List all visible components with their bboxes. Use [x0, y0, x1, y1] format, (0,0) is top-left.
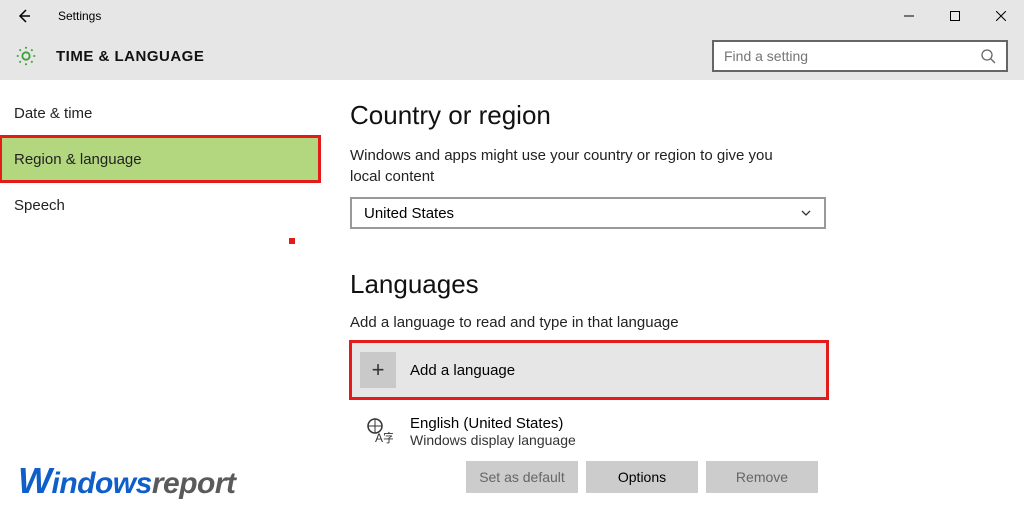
options-button[interactable]: Options	[586, 461, 698, 493]
sidebar-item-region-language[interactable]: Region & language	[0, 136, 320, 182]
sidebar-item-speech[interactable]: Speech	[0, 182, 320, 228]
maximize-button[interactable]	[932, 0, 978, 32]
svg-text:A字: A字	[375, 430, 393, 445]
add-language-label: Add a language	[410, 362, 515, 379]
annotation-dot	[289, 238, 295, 244]
back-button[interactable]	[0, 0, 48, 32]
country-heading: Country or region	[350, 100, 994, 131]
minimize-icon	[904, 11, 914, 21]
titlebar: Settings	[0, 0, 1024, 32]
watermark-logo: Windowsreport	[18, 460, 236, 502]
content: Country or region Windows and apps might…	[320, 80, 1024, 528]
language-name: English (United States)	[410, 415, 576, 432]
sidebar-item-label: Date & time	[14, 105, 92, 122]
chevron-down-icon	[800, 207, 812, 219]
arrow-left-icon	[16, 8, 32, 24]
plus-icon: +	[360, 352, 396, 388]
country-select-value: United States	[364, 205, 800, 222]
language-buttons: Set as default Options Remove	[360, 461, 818, 493]
header: TIME & LANGUAGE	[0, 32, 1024, 80]
search-box[interactable]	[712, 40, 1008, 72]
sidebar-item-date-time[interactable]: Date & time	[0, 90, 320, 136]
language-icon: A字	[360, 413, 396, 449]
sidebar-item-label: Speech	[14, 197, 65, 214]
gear-icon	[14, 44, 38, 68]
language-item[interactable]: A字 English (United States) Windows displ…	[350, 403, 828, 493]
section-title: TIME & LANGUAGE	[56, 48, 204, 65]
remove-button[interactable]: Remove	[706, 461, 818, 493]
window-title: Settings	[58, 9, 101, 23]
languages-heading: Languages	[350, 269, 994, 300]
add-language-button[interactable]: + Add a language	[350, 341, 828, 399]
search-icon	[980, 48, 996, 64]
window-controls	[886, 0, 1024, 32]
maximize-icon	[950, 11, 960, 21]
set-default-button[interactable]: Set as default	[466, 461, 578, 493]
close-button[interactable]	[978, 0, 1024, 32]
country-select[interactable]: United States	[350, 197, 826, 229]
search-input[interactable]	[724, 48, 980, 64]
languages-description: Add a language to read and type in that …	[350, 312, 790, 333]
country-description: Windows and apps might use your country …	[350, 145, 790, 187]
language-subtitle: Windows display language	[410, 432, 576, 448]
minimize-button[interactable]	[886, 0, 932, 32]
sidebar-item-label: Region & language	[14, 151, 142, 168]
main: Date & time Region & language Speech Win…	[0, 80, 1024, 528]
close-icon	[996, 11, 1006, 21]
sidebar: Date & time Region & language Speech Win…	[0, 80, 320, 528]
